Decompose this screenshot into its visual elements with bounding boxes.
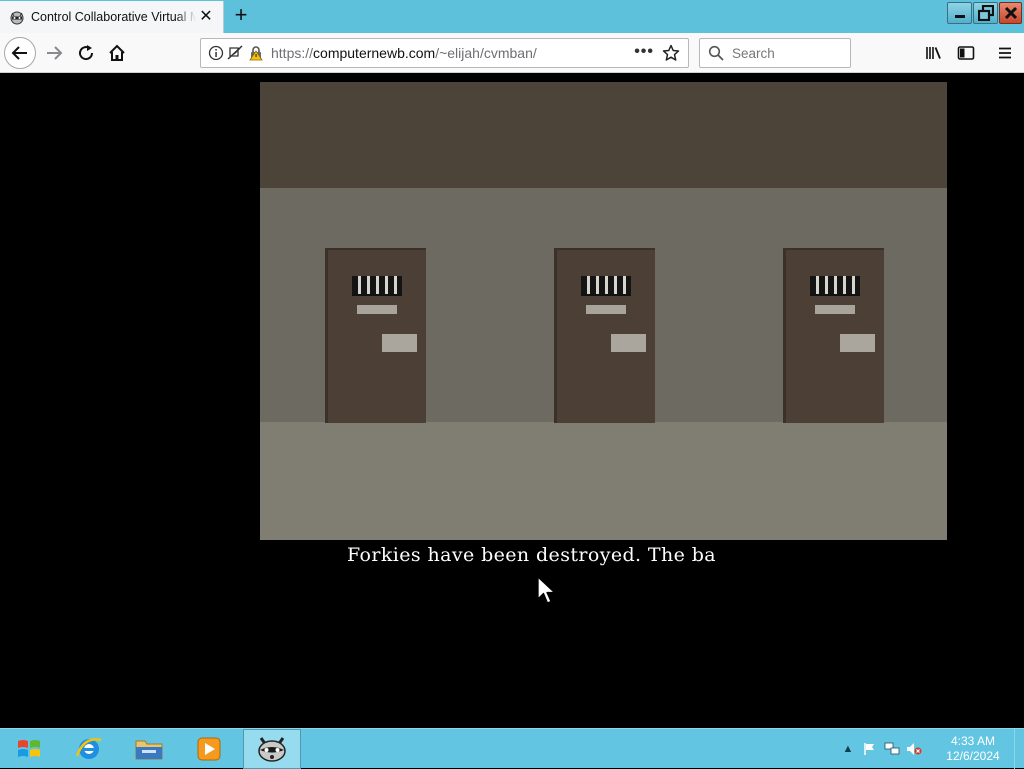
scene-ceiling	[260, 82, 947, 188]
url-host: computernewb.com	[313, 45, 436, 61]
system-tray: ▲	[840, 729, 928, 769]
url-scheme: https://	[271, 45, 314, 61]
door-grate	[581, 276, 631, 296]
door-nameplate	[586, 305, 626, 314]
restore-icon[interactable]	[973, 2, 998, 24]
scene-floor	[260, 422, 947, 540]
sidebar-icon	[957, 46, 975, 60]
browser-navbar: https://computernewb.com/~elijah/cvmban/…	[0, 33, 1024, 73]
show-desktop-button[interactable]	[1014, 729, 1024, 769]
taskbar-firefox-window[interactable]	[243, 729, 301, 769]
cell-door	[325, 248, 426, 423]
browser-tab[interactable]: Control Collaborative Virtual Machine ✕	[0, 1, 224, 33]
new-tab-button[interactable]: +	[229, 4, 253, 28]
door-slot	[611, 334, 646, 352]
sidebar-toggle-button[interactable]	[950, 37, 982, 69]
hamburger-menu-icon	[999, 47, 1011, 59]
tracking-protection-icon[interactable]	[227, 44, 245, 62]
taskbar-media-player[interactable]	[180, 729, 238, 769]
door-slot	[840, 334, 875, 352]
game-caption: Forkies have been destroyed. The ba	[347, 544, 717, 566]
taskbar: ▲ 4:33 AM 12/6/2024	[0, 728, 1024, 769]
browser-titlebar: Control Collaborative Virtual Machine ✕ …	[0, 0, 1024, 33]
back-button[interactable]	[4, 37, 36, 69]
taskbar-clock[interactable]: 4:33 AM 12/6/2024	[940, 734, 1006, 764]
minimize-icon[interactable]	[947, 2, 972, 24]
back-arrow-icon	[11, 46, 27, 60]
reload-button[interactable]	[70, 37, 102, 69]
taskbar-file-explorer[interactable]	[120, 729, 178, 769]
taskbar-internet-explorer[interactable]	[60, 729, 118, 769]
page-content: Forkies have been destroyed. The ba	[0, 74, 1024, 728]
door-grate	[810, 276, 860, 296]
door-grate	[352, 276, 402, 296]
address-bar[interactable]: https://computernewb.com/~elijah/cvmban/…	[200, 38, 689, 68]
forward-button[interactable]	[38, 37, 70, 69]
library-icon	[926, 47, 941, 59]
cell-door	[783, 248, 884, 423]
forward-arrow-icon	[47, 46, 63, 60]
clock-date: 12/6/2024	[946, 749, 1000, 763]
home-icon	[109, 44, 125, 61]
media-player-icon	[197, 737, 221, 761]
action-center-flag-icon[interactable]	[862, 741, 878, 757]
raccoon-favicon-icon	[8, 8, 26, 26]
window-controls	[946, 2, 1022, 24]
internet-explorer-icon	[75, 738, 102, 759]
search-icon	[708, 45, 724, 61]
volume-muted-icon[interactable]	[906, 741, 922, 757]
start-button[interactable]	[0, 729, 58, 769]
search-placeholder: Search	[732, 45, 775, 61]
library-button[interactable]	[918, 37, 950, 69]
home-button[interactable]	[101, 37, 133, 69]
page-actions-menu-icon[interactable]: •••	[634, 43, 654, 61]
url-path: /~elijah/cvmban/	[435, 45, 537, 61]
tab-close-icon[interactable]: ✕	[198, 9, 214, 25]
info-icon[interactable]	[207, 44, 225, 62]
door-slot	[382, 334, 417, 352]
tab-title: Control Collaborative Virtual Machine	[31, 10, 196, 24]
cell-door	[554, 248, 655, 423]
windows-logo-icon	[18, 740, 40, 757]
reload-icon	[79, 45, 94, 61]
search-input[interactable]: Search	[699, 38, 851, 68]
close-window-icon[interactable]	[999, 2, 1022, 24]
bookmark-star-icon[interactable]	[662, 44, 680, 62]
door-nameplate	[815, 305, 855, 314]
clock-time: 4:33 AM	[950, 734, 996, 748]
tray-overflow-chevron-icon[interactable]: ▲	[840, 741, 856, 757]
insecure-lock-icon[interactable]	[247, 44, 265, 62]
mouse-cursor-icon	[537, 576, 556, 604]
door-nameplate	[357, 305, 397, 314]
hamburger-menu-button[interactable]	[989, 37, 1021, 69]
game-canvas[interactable]	[260, 82, 947, 540]
url-text[interactable]: https://computernewb.com/~elijah/cvmban/	[271, 45, 537, 61]
folder-icon	[135, 740, 163, 760]
raccoon-app-icon	[258, 737, 286, 762]
network-icon[interactable]	[884, 741, 900, 757]
